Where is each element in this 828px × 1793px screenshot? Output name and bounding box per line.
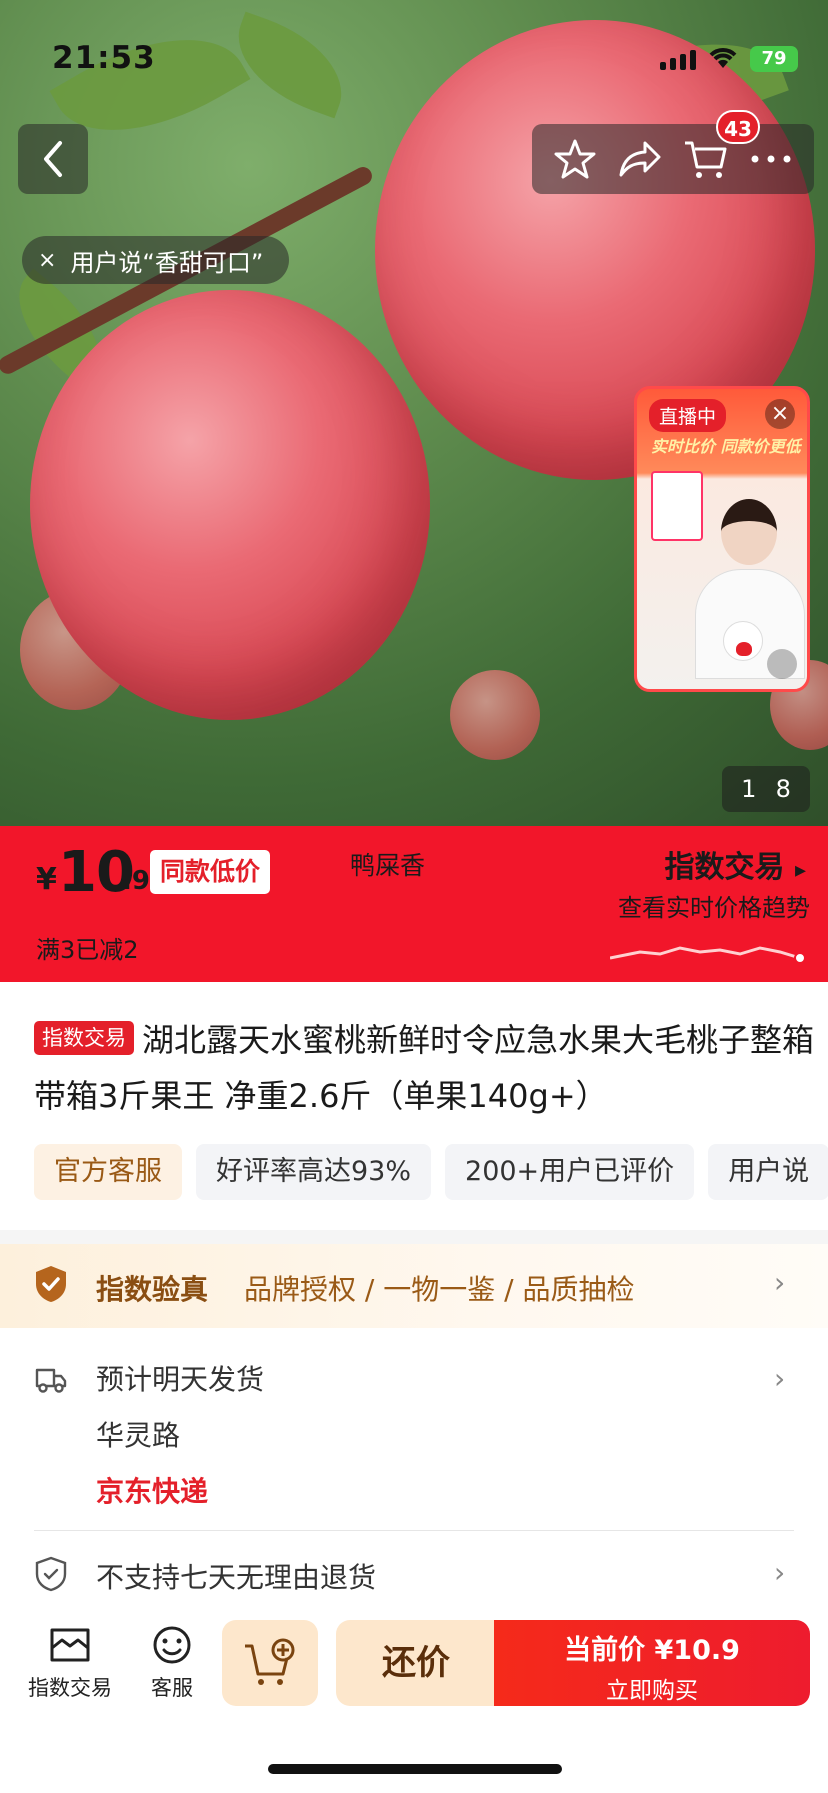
header-actions xyxy=(532,124,814,194)
review-highlight-text: 用户说“香甜可口” xyxy=(70,248,264,277)
favorite-button[interactable] xyxy=(549,133,601,185)
more-button[interactable] xyxy=(745,133,797,185)
chip-rating[interactable]: 好评率高达93% xyxy=(196,1144,432,1200)
nav-index-trading[interactable]: 指数交易 xyxy=(20,1624,120,1702)
authenticity-items: 品牌授权 / 一物一鉴 / 品质抽检 xyxy=(244,1273,635,1306)
index-trading-label: 指数交易 xyxy=(664,850,785,885)
shipping-estimate[interactable]: 预计明天发货 xyxy=(96,1358,264,1398)
cart-icon xyxy=(684,141,727,178)
chevron-right-icon[interactable]: › xyxy=(774,1556,785,1589)
section-divider xyxy=(0,1230,828,1244)
selected-variant[interactable]: 鸭屎香 xyxy=(350,846,425,882)
shield-outline-icon xyxy=(35,1556,67,1592)
wifi-icon xyxy=(709,48,737,68)
live-badge: 直播中 xyxy=(649,399,727,432)
divider xyxy=(34,1530,794,1531)
back-button[interactable] xyxy=(18,124,88,194)
authenticity-title: 指数验真 xyxy=(96,1273,209,1306)
product-title-block: 指数交易 湖北露天水蜜桃新鲜时令应急水果大毛桃子整箱 带箱3斤果王 净重2.6斤（… xyxy=(34,1012,814,1124)
chip-review-count[interactable]: 200+用户已评价 xyxy=(445,1144,695,1200)
share-icon xyxy=(619,141,661,177)
haggle-button[interactable]: 还价 xyxy=(336,1620,496,1706)
discount-text: 满3已减2 xyxy=(36,936,139,964)
delivery-truck-icon xyxy=(35,1368,67,1393)
buy-now-button[interactable]: 当前价 ¥10.9 立即购买 xyxy=(494,1620,810,1706)
courier-name: 京东快递 xyxy=(96,1475,209,1508)
image-index-current: 1 xyxy=(741,775,757,803)
close-icon[interactable]: × xyxy=(765,399,795,429)
mute-icon[interactable] xyxy=(767,649,797,679)
nav-index-trading-label: 指数交易 xyxy=(28,1676,112,1700)
return-policy[interactable]: 不支持七天无理由退货 xyxy=(96,1556,376,1596)
index-trading-link[interactable]: 指数交易 ▸ xyxy=(665,842,807,886)
price-decimal: .9 xyxy=(122,866,150,896)
cellular-signal-icon xyxy=(660,48,696,70)
cart-count-badge: 43 xyxy=(716,110,760,144)
share-button[interactable] xyxy=(614,133,666,185)
chevron-left-icon xyxy=(44,141,62,177)
low-price-tag: 同款低价 xyxy=(150,850,271,894)
nav-customer-service[interactable]: 客服 xyxy=(122,1624,222,1702)
chip-official-service[interactable]: 官方客服 xyxy=(34,1144,182,1200)
star-icon xyxy=(554,139,596,179)
smiley-icon xyxy=(153,1626,191,1664)
buy-now-label: 立即购买 xyxy=(606,1678,698,1704)
buy-now-price: 当前价 ¥10.9 xyxy=(564,1635,740,1666)
nav-customer-service-label: 客服 xyxy=(151,1676,193,1700)
more-dots-icon xyxy=(751,155,791,163)
close-icon[interactable]: × xyxy=(38,248,56,273)
battery-indicator: 79 xyxy=(750,46,798,72)
review-highlight-chip[interactable]: × 用户说“香甜可口” xyxy=(22,236,290,284)
status-time: 21:53 xyxy=(52,40,156,76)
currency-symbol: ¥ xyxy=(36,862,57,897)
image-counter: 1 8 xyxy=(722,766,810,812)
feature-chips: 官方客服 好评率高达93% 200+用户已评价 用户说 xyxy=(34,1144,828,1200)
chevron-right-icon[interactable]: › xyxy=(774,1362,785,1395)
storefront-icon xyxy=(50,1628,90,1662)
status-bar: 21:53 79 xyxy=(0,0,828,120)
shipping-address: 华灵路 xyxy=(96,1419,181,1452)
chevron-right-icon: › xyxy=(774,1266,786,1299)
product-title: 湖北露天水蜜桃新鲜时令应急水果大毛桃子整箱 带箱3斤果王 净重2.6斤（单果14… xyxy=(34,1021,815,1115)
peach-front xyxy=(30,290,430,720)
chip-user-says[interactable]: 用户说 xyxy=(708,1144,828,1200)
mascot-icon xyxy=(723,621,763,661)
live-subtitle: 实时比价 同款价更低 xyxy=(651,437,801,456)
index-trading-badge: 指数交易 xyxy=(34,1021,134,1055)
home-indicator xyxy=(268,1764,562,1774)
image-index-total: 8 xyxy=(775,775,791,803)
shield-check-icon xyxy=(36,1266,66,1302)
cart-plus-icon xyxy=(245,1638,295,1685)
price-trend-link[interactable]: 查看实时价格趋势 xyxy=(618,888,810,923)
add-to-cart-button[interactable] xyxy=(222,1620,318,1706)
triangle-right-icon: ▸ xyxy=(794,858,806,883)
price-trend-sparkline xyxy=(610,946,806,964)
background-peach xyxy=(450,670,540,760)
live-stream-card[interactable]: 直播中 × 实时比价 同款价更低 xyxy=(634,386,810,692)
